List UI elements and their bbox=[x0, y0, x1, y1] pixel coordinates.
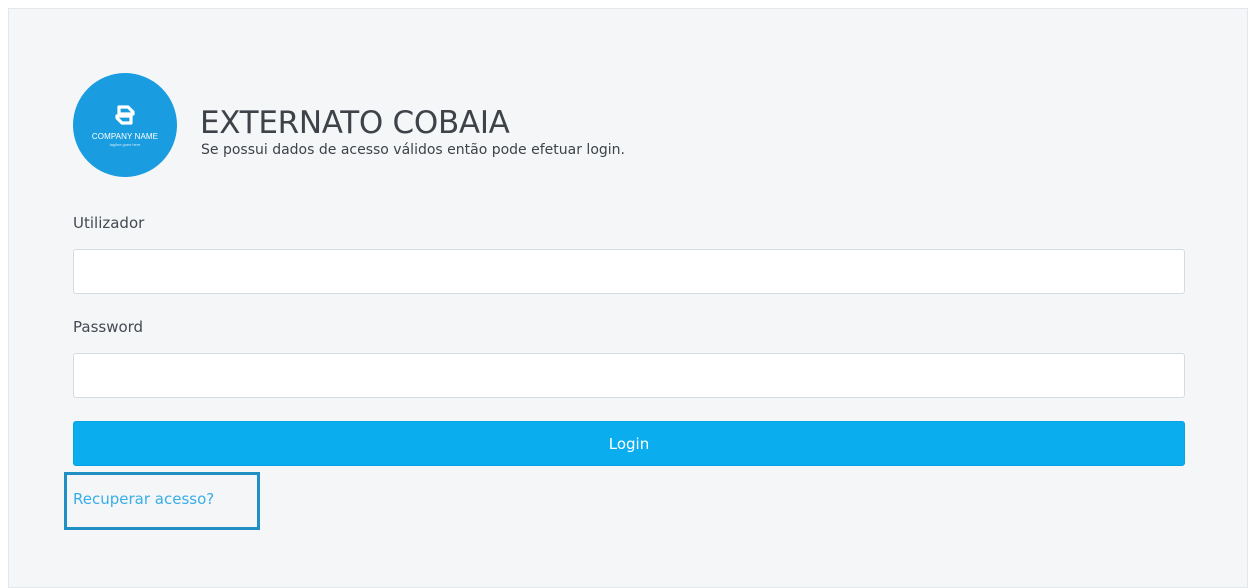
page-subtitle: Se possui dados de acesso válidos então … bbox=[201, 142, 625, 158]
logo-tagline: tagline goes here bbox=[109, 142, 141, 147]
username-label: Utilizador bbox=[73, 214, 145, 232]
logo-company-name: COMPANY NAME bbox=[91, 132, 159, 141]
company-logo-icon bbox=[115, 105, 135, 125]
recover-access-link[interactable]: Recuperar acesso? bbox=[73, 490, 214, 508]
username-input[interactable] bbox=[73, 249, 1185, 294]
password-input[interactable] bbox=[73, 353, 1185, 398]
login-button[interactable]: Login bbox=[73, 421, 1185, 466]
password-label: Password bbox=[73, 318, 144, 336]
company-logo: COMPANY NAME tagline goes here bbox=[73, 73, 177, 177]
page-title: EXTERNATO COBAIA bbox=[200, 104, 510, 141]
